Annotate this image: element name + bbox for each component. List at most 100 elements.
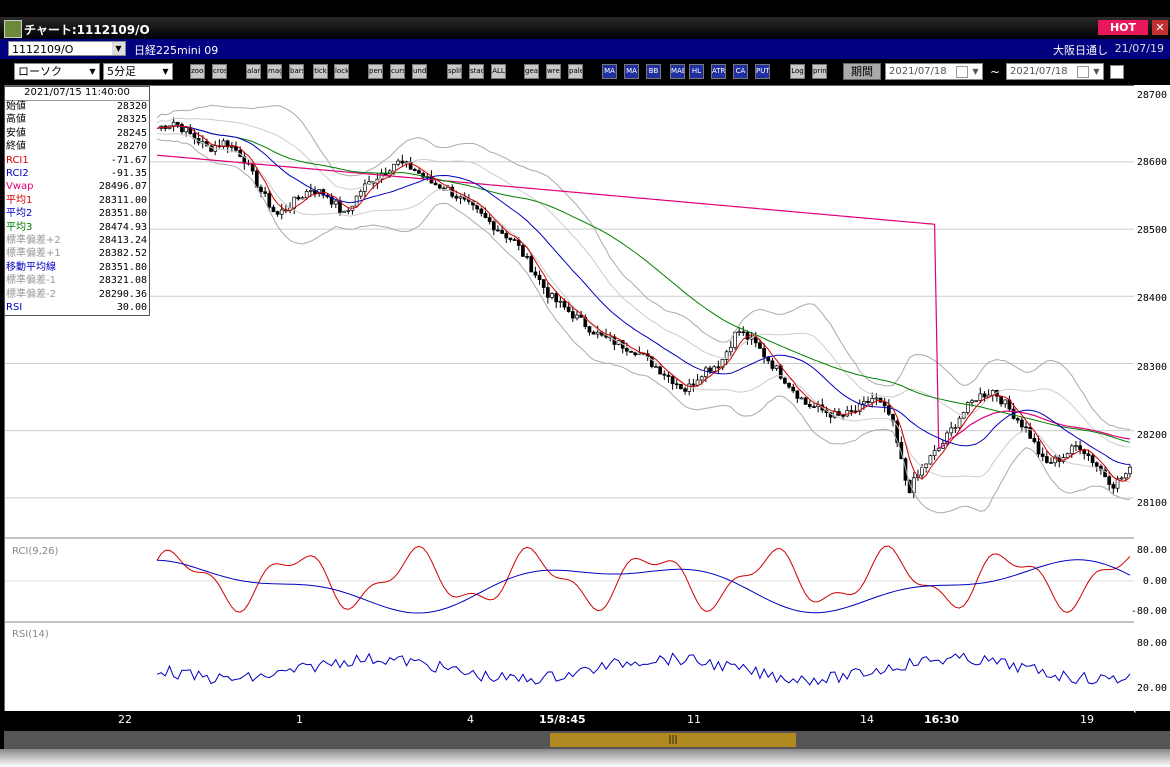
toolbar-button-lock[interactable]: lock [334, 64, 349, 79]
scrollbar-thumb[interactable]: ||| [550, 733, 796, 747]
calendar-icon[interactable] [956, 66, 968, 78]
toolbar-button-wrench[interactable]: wrench [546, 64, 561, 79]
time-tick-label: 1 [296, 713, 303, 726]
data-row-label: 標準偏差-1 [6, 275, 56, 287]
toolbar-button-palette[interactable]: palette [568, 64, 583, 79]
data-row-value: -91.35 [110, 168, 147, 179]
toolbar-button-crosshair[interactable]: crosshair [212, 64, 227, 79]
candle-body [546, 287, 550, 298]
data-row: 終値 28270 [5, 140, 149, 153]
candle-body [812, 406, 816, 408]
candle-body [1032, 437, 1037, 443]
candle-body [928, 455, 933, 465]
chevron-down-icon[interactable]: ▼ [1091, 65, 1102, 78]
candle-body [496, 229, 500, 232]
candle-body [862, 401, 866, 405]
toolbar-button-alarm[interactable]: alarm [246, 64, 261, 79]
candle-body [1003, 399, 1008, 405]
toolbar-button-tick[interactable]: tick [313, 64, 328, 79]
date-to-input[interactable]: 2021/07/18 ▼ [1006, 63, 1104, 80]
data-row: 安値 28245 [5, 127, 149, 140]
candle-body [695, 379, 700, 386]
toolbar-button-ma[interactable]: MA [624, 64, 639, 79]
toolbar-button-ma[interactable]: MA [602, 64, 617, 79]
market-date: 21/07/19 [1114, 42, 1164, 55]
data-row: 移動平均線 28351.80 [5, 261, 149, 274]
data-row: 平均1 28311.00 [5, 194, 149, 207]
toolbar-button-magnify[interactable]: magnify [267, 64, 282, 79]
period-button[interactable]: 期間 [843, 63, 881, 80]
toolbar-button-print[interactable]: print [812, 64, 827, 79]
toolbar-button-undo[interactable]: undo [412, 64, 427, 79]
time-tick-label: 15/8:45 [539, 713, 586, 726]
chevron-down-icon[interactable]: ▼ [112, 42, 125, 55]
data-row-value: 28290.36 [98, 288, 147, 300]
toolbar-button-bars[interactable]: bars [289, 64, 304, 79]
close-button[interactable]: ✕ [1152, 20, 1168, 35]
toolbar-button-hl[interactable]: HL [689, 64, 704, 79]
calendar-icon[interactable] [1077, 66, 1089, 78]
data-row: 平均3 28474.93 [5, 221, 149, 234]
toolbar-button-put[interactable]: PUT [755, 64, 770, 79]
candle-body [712, 366, 717, 372]
instrument-infobar: 1112109/O ▼ 日経225mini 09 大阪日通し 21/07/19 [0, 39, 1170, 59]
candle-body [783, 377, 787, 384]
data-row: 標準偏差+1 28382.52 [5, 247, 149, 260]
data-row-value: 28320 [116, 101, 147, 112]
range-checkbox[interactable] [1110, 65, 1124, 79]
toolbar-button-gear[interactable]: gear [524, 64, 539, 79]
data-row-value: 28311.00 [98, 194, 147, 206]
candle-body [504, 233, 509, 239]
candle-body [924, 463, 929, 468]
toolbar-button-stack[interactable]: stack [469, 64, 484, 79]
candle-body [400, 160, 405, 164]
candle-body [674, 383, 679, 386]
candle-body [342, 210, 346, 213]
toolbar-button-log[interactable]: Log [790, 64, 805, 79]
candle-body [886, 405, 891, 415]
symbol-select[interactable]: 1112109/O ▼ [8, 41, 126, 56]
chevron-down-icon[interactable]: ▼ [87, 65, 98, 78]
toolbar-button-cursor[interactable]: cursor [390, 64, 405, 79]
window-titlebar: チャート:1112109/O HOT ✕ [0, 17, 1170, 39]
chevron-down-icon[interactable]: ▼ [160, 65, 171, 78]
candle-body [691, 383, 696, 386]
rsi-tick-label: 80.00 [1136, 638, 1167, 649]
price-axis: 28700 28600 28500 28400 28300 28200 2810… [1131, 85, 1170, 711]
candle-body [762, 348, 766, 358]
candle-body [728, 347, 733, 353]
chart-type-select[interactable]: ローソク ▼ [14, 63, 100, 80]
time-tick-label: 14 [860, 713, 874, 726]
price-tick-label: 28400 [1136, 293, 1167, 304]
candle-body [666, 374, 671, 377]
date-from-input[interactable]: 2021/07/18 ▼ [885, 63, 983, 80]
candle-body [758, 342, 762, 349]
toolbar-button-all[interactable]: ALL [491, 64, 506, 79]
candle-body [1094, 462, 1099, 467]
candle-body [708, 367, 712, 372]
toolbar-button-split[interactable]: split [447, 64, 462, 79]
data-row-label: 終値 [6, 141, 26, 153]
candle-body [774, 365, 779, 369]
data-row-value: 28245 [116, 127, 147, 139]
price-chart-svg[interactable] [5, 86, 1135, 712]
data-row-label: RCI1 [6, 154, 29, 166]
candle-body [550, 293, 554, 298]
toolbar-button-zoom[interactable]: zoom [190, 64, 205, 79]
candle-body [737, 331, 741, 334]
candle-body [1086, 453, 1091, 456]
toolbar-button-atr[interactable]: ATR [711, 64, 726, 79]
chevron-down-icon[interactable]: ▼ [970, 65, 981, 78]
candle-body [508, 237, 513, 240]
toolbar-button-pen[interactable]: pen [368, 64, 383, 79]
toolbar-button-bb[interactable]: BB [646, 64, 661, 79]
hot-button[interactable]: HOT [1098, 20, 1148, 35]
candle-body [845, 410, 850, 417]
chart-area[interactable]: RCI(9,26) RSI(14) [4, 85, 1136, 713]
chart-scrollbar[interactable]: ||| [4, 731, 1170, 749]
candle-body [683, 388, 687, 392]
ohlc-data-panel: 2021/07/15 11:40:00 始値 28320 高値 28325 安値 2824… [4, 86, 150, 316]
interval-select[interactable]: 5分足 ▼ [103, 63, 173, 80]
toolbar-button-ca[interactable]: CA [733, 64, 748, 79]
toolbar-button-mae[interactable]: MAE [670, 64, 685, 79]
